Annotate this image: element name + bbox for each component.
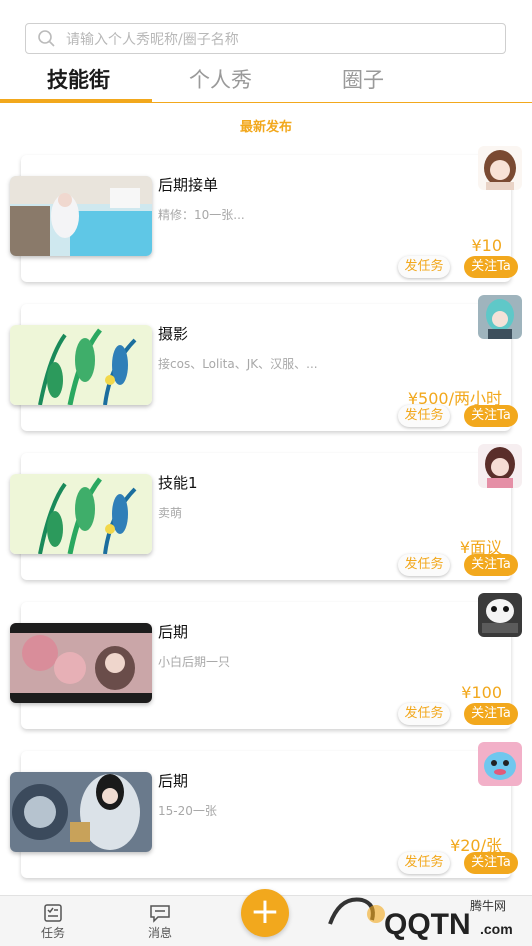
skill-thumbnail[interactable]	[10, 474, 152, 554]
price-label: ¥10	[471, 236, 502, 255]
avatar[interactable]	[478, 146, 522, 190]
skill-title: 技能1	[158, 474, 198, 492]
follow-button[interactable]: 关注Ta	[464, 554, 518, 576]
follow-button[interactable]: 关注Ta	[464, 852, 518, 874]
skill-desc: 精修：10一张...	[158, 208, 245, 222]
skill-thumbnail[interactable]	[10, 772, 152, 852]
svg-text:QQTN: QQTN	[384, 908, 471, 941]
tab-skill-street[interactable]: 技能街	[47, 64, 110, 94]
nav-message[interactable]: 消息	[130, 902, 190, 941]
follow-button[interactable]: 关注Ta	[464, 703, 518, 725]
avatar[interactable]	[478, 295, 522, 339]
skill-desc: 15-20一张	[158, 804, 217, 818]
post-task-button[interactable]: 发任务	[398, 852, 450, 874]
follow-button[interactable]: 关注Ta	[464, 256, 518, 278]
nav-message-label: 消息	[147, 926, 172, 940]
post-task-button[interactable]: 发任务	[398, 703, 450, 725]
app-screen: 请输入个人秀昵称/圈子名称 技能街 个人秀 圈子 最新发布 后期接单 精修：10…	[0, 0, 532, 946]
price-label: ¥100	[461, 683, 502, 702]
skill-desc: 小白后期一只	[158, 655, 231, 669]
search-icon	[34, 26, 60, 52]
svg-text:.com: .com	[480, 921, 513, 937]
skill-desc: 接cos、Lolita、JK、汉服、...	[158, 357, 318, 371]
post-task-button[interactable]: 发任务	[398, 256, 450, 278]
active-tab-indicator	[0, 99, 152, 102]
tab-personal-show[interactable]: 个人秀	[189, 64, 252, 94]
follow-button[interactable]: 关注Ta	[464, 405, 518, 427]
avatar[interactable]	[478, 742, 522, 786]
nav-task-label: 任务	[40, 926, 65, 940]
skill-thumbnail[interactable]	[10, 623, 152, 703]
post-task-button[interactable]: 发任务	[398, 554, 450, 576]
watermark-logo: QQTN 腾牛网 .com	[320, 890, 532, 946]
skill-title: 后期	[158, 772, 189, 790]
section-title: 最新发布	[239, 120, 292, 135]
search-bar[interactable]: 请输入个人秀昵称/圈子名称	[25, 23, 506, 54]
nav-task[interactable]: 任务	[23, 902, 83, 941]
task-list-icon	[23, 902, 83, 924]
tab-bar: 技能街 个人秀 圈子	[0, 60, 532, 103]
skill-thumbnail[interactable]	[10, 176, 152, 256]
add-button[interactable]: +	[241, 889, 289, 937]
skill-title: 后期	[158, 623, 189, 641]
skill-desc: 卖萌	[158, 506, 183, 520]
avatar[interactable]	[478, 444, 522, 488]
skill-title: 摄影	[158, 325, 189, 343]
search-input[interactable]: 请输入个人秀昵称/圈子名称	[66, 29, 239, 49]
skill-title: 后期接单	[158, 176, 219, 194]
post-task-button[interactable]: 发任务	[398, 405, 450, 427]
message-icon	[130, 902, 190, 924]
skill-thumbnail[interactable]	[10, 325, 152, 405]
avatar[interactable]	[478, 593, 522, 637]
svg-text:腾牛网: 腾牛网	[470, 898, 506, 913]
tab-circle[interactable]: 圈子	[342, 64, 384, 94]
